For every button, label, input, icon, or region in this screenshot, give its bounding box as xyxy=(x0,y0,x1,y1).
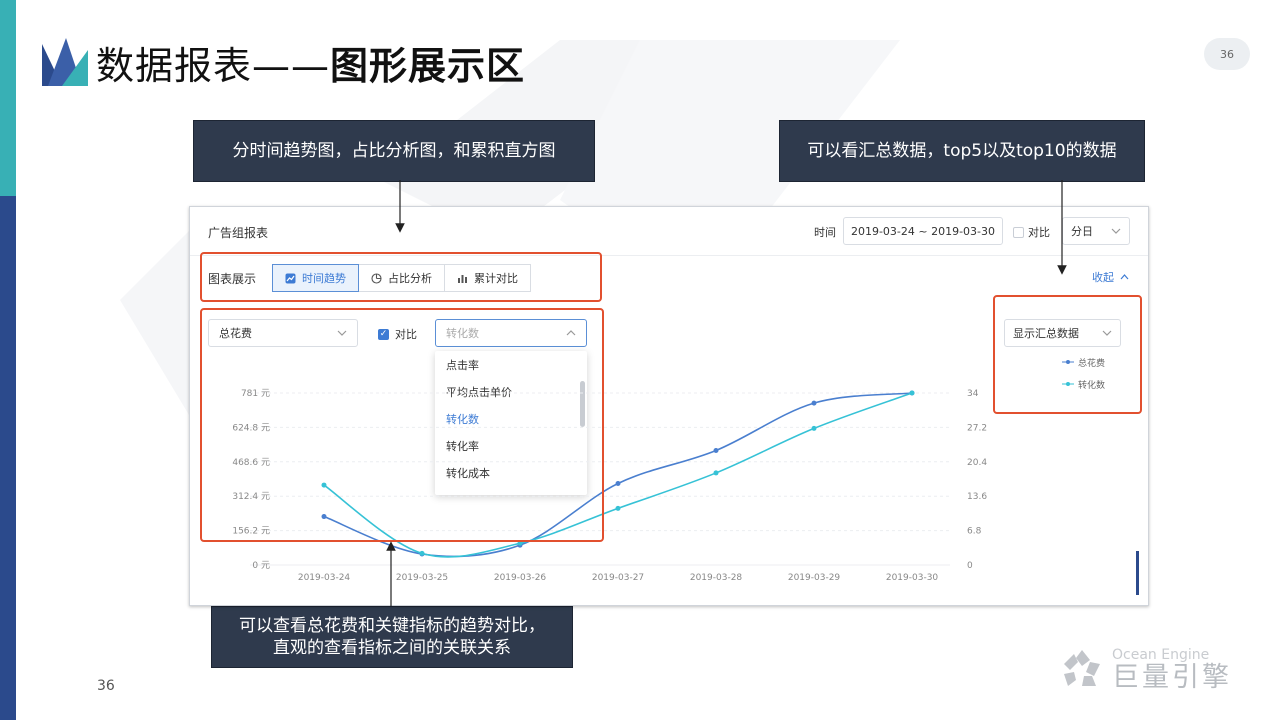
page-number: 36 xyxy=(97,678,115,694)
callout-arrows xyxy=(386,180,1067,606)
trend-icon xyxy=(285,273,296,283)
tab-label: 时间趋势 xyxy=(302,272,346,285)
brand-logo: Ocean Engine 巨量引擎 xyxy=(1058,646,1232,694)
brand-chinese: 巨量引擎 xyxy=(1112,662,1232,693)
ocean-engine-logo-icon xyxy=(1064,650,1100,686)
tab-time-trend[interactable]: 时间趋势 xyxy=(272,264,359,292)
brand-english: Ocean Engine xyxy=(1112,647,1210,663)
